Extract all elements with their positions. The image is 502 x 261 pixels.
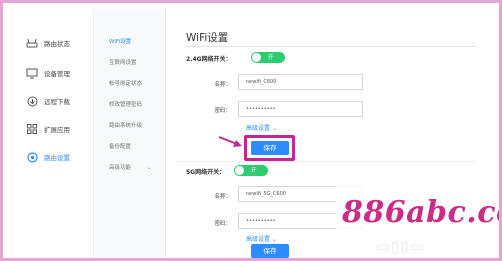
sidebar-item-label: 远程下载 bbox=[44, 98, 70, 106]
submenu-item-wifi[interactable]: WiFi设置 bbox=[109, 37, 131, 45]
title-divider bbox=[186, 46, 476, 47]
toggle-knob bbox=[235, 166, 244, 175]
submenu-item-label: 高级功能 bbox=[109, 165, 132, 171]
band5-save-button[interactable]: 保存 bbox=[251, 244, 289, 258]
band24-password-label: 密码： bbox=[214, 108, 231, 114]
sidebar-item-remote-download[interactable]: 远程下载 bbox=[12, 89, 93, 113]
band24-save-button[interactable]: 保存 bbox=[251, 141, 289, 155]
sidebar-item-label: 扩展应用 bbox=[44, 126, 70, 134]
band24-switch-label: 2.4G网络开关： bbox=[186, 56, 232, 63]
band24-password-input[interactable]: •••••••••• bbox=[238, 101, 363, 117]
section-divider bbox=[176, 161, 476, 162]
sidebar-item-label: 路由状态 bbox=[44, 40, 70, 48]
sidebar-item-label: 路由设置 bbox=[44, 154, 70, 162]
submenu-item-account-binding[interactable]: 帐号绑定状态 bbox=[109, 79, 142, 87]
band24-toggle[interactable]: 开 bbox=[251, 52, 285, 63]
watermark: 886abc.com ▭▯▯▭ bbox=[336, 181, 499, 258]
sidebar-item-label: 设备管理 bbox=[44, 70, 70, 78]
chevron-down-icon: ⌄ bbox=[271, 236, 277, 243]
gear-icon bbox=[25, 150, 39, 164]
toggle-text: 开 bbox=[268, 55, 274, 61]
submenu-item-internet[interactable]: 互联网设置 bbox=[109, 58, 137, 66]
submenu-item-backup[interactable]: 备份配置 bbox=[109, 142, 131, 150]
band24-advanced-link[interactable]: 高级设置 ⌄ bbox=[246, 123, 277, 132]
toggle-text: 开 bbox=[251, 168, 257, 174]
chevron-down-icon: ⌄ bbox=[146, 165, 152, 171]
app-window: 路由状态 设备管理 远程下载 扩展应用 路由设置 WiFi设置 互联网设置 帐号… bbox=[0, 0, 502, 261]
submenu-item-admin-password[interactable]: 修改管理密码 bbox=[109, 100, 142, 108]
watermark-text: 886abc.com bbox=[342, 195, 499, 230]
band5-name-label: 名称： bbox=[214, 194, 231, 200]
band24-name-label: 名称： bbox=[214, 82, 231, 88]
sidebar-item-router-settings[interactable]: 路由设置 bbox=[12, 145, 93, 169]
sidebar-item-router-status[interactable]: 路由状态 bbox=[12, 31, 93, 55]
band5-password-label: 密码： bbox=[214, 221, 231, 227]
advanced-label: 高级设置 bbox=[246, 236, 271, 243]
band5-advanced-link[interactable]: 高级设置 ⌄ bbox=[246, 234, 277, 243]
download-icon bbox=[25, 94, 39, 108]
chevron-down-icon: ⌄ bbox=[271, 125, 277, 132]
sidebar-item-device-management[interactable]: 设备管理 bbox=[12, 61, 93, 85]
monitor-icon bbox=[25, 66, 39, 80]
arrow-pointer-icon bbox=[218, 136, 242, 147]
submenu-item-advanced[interactable]: 高级功能 ⌄ bbox=[109, 163, 151, 171]
grid-icon bbox=[25, 122, 39, 136]
sidebar: 路由状态 设备管理 远程下载 扩展应用 路由设置 bbox=[12, 9, 94, 257]
band5-toggle[interactable]: 开 bbox=[234, 165, 268, 176]
advanced-label: 高级设置 bbox=[246, 125, 271, 132]
band24-ssid-input[interactable]: newifi_C600 bbox=[238, 74, 363, 90]
settings-submenu: WiFi设置 互联网设置 帐号绑定状态 修改管理密码 路由系统升级 备份配置 高… bbox=[95, 9, 166, 257]
page-title: WiFi设置 bbox=[186, 32, 229, 44]
watermark-faded-logo: ▭▯▯▭ bbox=[376, 239, 426, 255]
submenu-item-firmware-upgrade[interactable]: 路由系统升级 bbox=[109, 121, 142, 129]
router-icon bbox=[25, 36, 39, 50]
toggle-knob bbox=[252, 53, 261, 62]
sidebar-item-extensions[interactable]: 扩展应用 bbox=[12, 117, 93, 141]
band5-switch-label: 5G网络开关： bbox=[186, 169, 226, 176]
